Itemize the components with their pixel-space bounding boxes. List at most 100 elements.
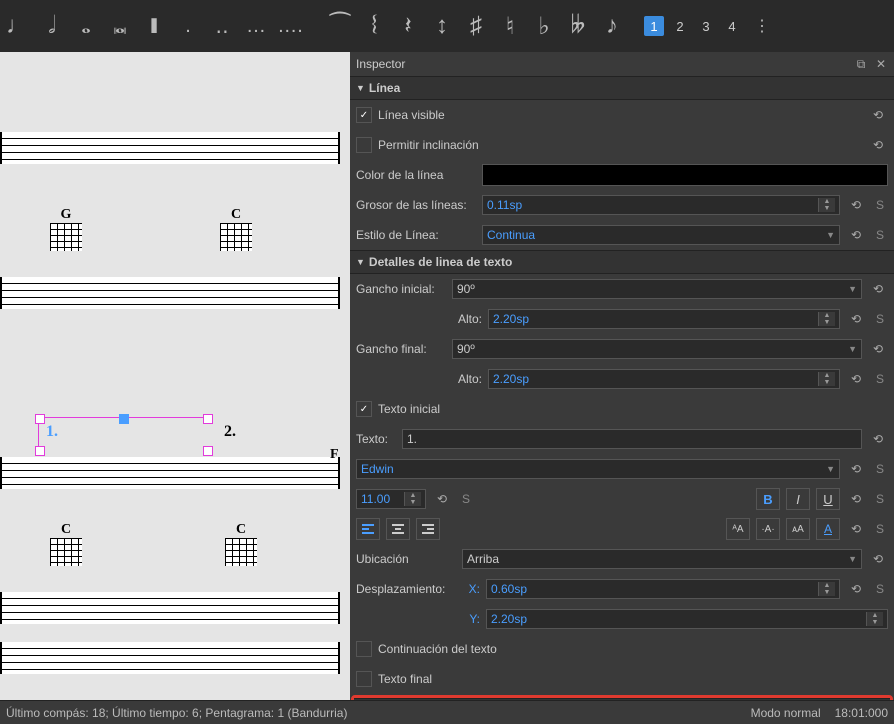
line-style-dropdown[interactable]: Continua ▼	[482, 225, 840, 245]
italic-button[interactable]: I	[786, 488, 810, 510]
collapse-icon: ▼	[356, 257, 365, 267]
reset-button[interactable]: ⟲	[846, 459, 866, 479]
section-header-textline[interactable]: ▼ Detalles de linea de texto	[350, 250, 894, 274]
fretboard-diagram[interactable]	[50, 538, 82, 566]
end-hook-dropdown[interactable]: 90º ▼	[452, 339, 862, 359]
breve-note-icon[interactable]: 𝅜	[106, 12, 134, 40]
continue-text-checkbox[interactable]	[356, 641, 372, 657]
line-thickness-input[interactable]: 0.11sp ▲▼	[482, 195, 840, 215]
font-size-input[interactable]: 11.00 ▲▼	[356, 489, 426, 509]
reset-button[interactable]: ⟲	[868, 549, 888, 569]
align-center-button[interactable]	[386, 518, 410, 540]
set-style-button[interactable]: S	[458, 492, 474, 506]
set-style-button[interactable]: S	[872, 372, 888, 386]
section-header-line[interactable]: ▼ Línea	[350, 76, 894, 100]
dot-icon[interactable]: .	[174, 12, 202, 40]
end-text-label: Texto final	[378, 672, 432, 686]
reset-button[interactable]: ⟲	[868, 135, 888, 155]
voice-1-button[interactable]: 1	[644, 16, 664, 36]
set-style-button[interactable]: S	[872, 312, 888, 326]
text-style-sub-button[interactable]: ᴀA	[786, 518, 810, 540]
voice-3-button[interactable]: 3	[696, 16, 716, 36]
begin-hook-label: Gancho inicial:	[356, 282, 446, 296]
chord-symbol[interactable]: C	[231, 207, 241, 223]
reset-button[interactable]: ⟲	[868, 279, 888, 299]
natural-icon[interactable]: ♮	[496, 12, 524, 40]
set-style-button[interactable]: S	[872, 492, 888, 506]
placement-dropdown[interactable]: Arriba ▼	[462, 549, 862, 569]
begin-hook-dropdown[interactable]: 90º ▼	[452, 279, 862, 299]
set-style-button[interactable]: S	[872, 522, 888, 536]
rest-icon[interactable]: 𝄽	[394, 12, 422, 40]
reset-button[interactable]: ⟲	[846, 519, 866, 539]
reset-button[interactable]: ⟲	[868, 105, 888, 125]
volta-1-bracket[interactable]	[38, 417, 209, 452]
align-left-button[interactable]	[356, 518, 380, 540]
end-text-checkbox[interactable]	[356, 671, 372, 687]
reset-button[interactable]: ⟲	[846, 579, 866, 599]
sharp-icon[interactable]: ♯	[462, 12, 490, 40]
grace-note-icon[interactable]: ♪	[598, 12, 626, 40]
reset-button[interactable]: ⟲	[868, 339, 888, 359]
font-family-dropdown[interactable]: Edwin ▼	[356, 459, 840, 479]
visible-checkbox[interactable]	[356, 107, 372, 123]
chord-symbol[interactable]: C	[236, 522, 246, 538]
triple-dot-icon[interactable]: …	[242, 12, 270, 40]
text-style-under-button[interactable]: A	[816, 518, 840, 540]
allow-diagonal-checkbox[interactable]	[356, 137, 372, 153]
double-dot-icon[interactable]: ‥	[208, 12, 236, 40]
more-icon[interactable]: ⋮	[748, 12, 776, 40]
offset-label: Desplazamiento:	[356, 582, 456, 596]
reset-button[interactable]: ⟲	[846, 369, 866, 389]
fretboard-diagram[interactable]	[50, 223, 82, 251]
flip-stem-icon[interactable]: ↕	[428, 12, 456, 40]
set-style-button[interactable]: S	[872, 198, 888, 212]
voice-2-button[interactable]: 2	[670, 16, 690, 36]
align-right-button[interactable]	[416, 518, 440, 540]
popout-icon[interactable]: ⧉	[854, 57, 868, 71]
note-input-toolbar: ♩ 𝅗𝅥 𝅝 𝅜 𝅛 . ‥ … …. ⁀ 𝄔 𝄽 ↕ ♯ ♮ ♭ 𝄫 ♪ 1 …	[0, 0, 894, 52]
offset-y-input[interactable]: 2.20sp ▲▼	[486, 609, 888, 629]
line-color-swatch[interactable]	[482, 164, 888, 186]
tie-icon[interactable]: ⁀	[326, 12, 354, 40]
fretboard-diagram[interactable]	[225, 538, 257, 566]
end-hook-label: Gancho final:	[356, 342, 446, 356]
reset-button[interactable]: ⟲	[846, 309, 866, 329]
text-style-normal-button[interactable]: ·A·	[756, 518, 780, 540]
longa-note-icon[interactable]: 𝅛	[140, 12, 168, 40]
reset-button[interactable]: ⟲	[846, 489, 866, 509]
chord-symbol[interactable]: F	[330, 447, 339, 463]
reset-button[interactable]: ⟲	[846, 225, 866, 245]
end-hook-height-input[interactable]: 2.20sp ▲▼	[488, 369, 840, 389]
slur-icon[interactable]: 𝄔	[360, 12, 388, 40]
volta-2-text[interactable]: 2.	[224, 423, 236, 441]
half-note-icon[interactable]: 𝅗𝅥	[38, 12, 66, 40]
offset-x-input[interactable]: 0.60sp ▲▼	[486, 579, 840, 599]
begin-hook-height-input[interactable]: 2.20sp ▲▼	[488, 309, 840, 329]
fretboard-diagram[interactable]	[220, 223, 252, 251]
begin-text-input[interactable]: 1.	[402, 429, 862, 449]
set-style-button[interactable]: S	[872, 462, 888, 476]
bold-button[interactable]: B	[756, 488, 780, 510]
set-style-button[interactable]: S	[872, 228, 888, 242]
quad-dot-icon[interactable]: ….	[276, 12, 304, 40]
flat-icon[interactable]: ♭	[530, 12, 558, 40]
allow-diagonal-label: Permitir inclinación	[378, 138, 479, 152]
begin-text-checkbox[interactable]	[356, 401, 372, 417]
reset-button[interactable]: ⟲	[846, 195, 866, 215]
voice-4-button[interactable]: 4	[722, 16, 742, 36]
line-thickness-label: Grosor de las líneas:	[356, 198, 476, 212]
whole-note-icon[interactable]: 𝅝	[72, 12, 100, 40]
score-canvas[interactable]: G C 1. 2. F C C	[0, 52, 350, 700]
volta-1-text[interactable]: 1.	[46, 423, 58, 441]
reset-button[interactable]: ⟲	[432, 489, 452, 509]
set-style-button[interactable]: S	[872, 582, 888, 596]
underline-button[interactable]: U	[816, 488, 840, 510]
reset-button[interactable]: ⟲	[868, 429, 888, 449]
text-style-small-button[interactable]: ᴬA	[726, 518, 750, 540]
chord-symbol[interactable]: C	[61, 522, 71, 538]
close-icon[interactable]: ✕	[874, 57, 888, 71]
double-flat-icon[interactable]: 𝄫	[564, 12, 592, 40]
chord-symbol[interactable]: G	[61, 207, 72, 223]
quarter-note-icon[interactable]: ♩	[4, 12, 32, 40]
